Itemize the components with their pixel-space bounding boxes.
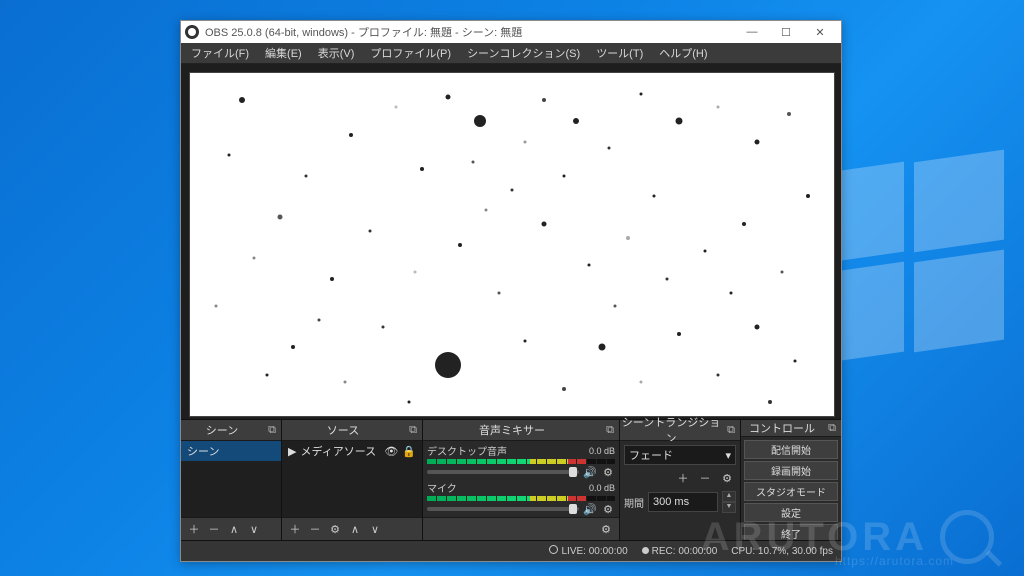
menu-profile[interactable]: プロファイル(P): [364, 43, 457, 63]
remove-transition-button[interactable]: －: [696, 469, 714, 487]
sources-list[interactable]: ▶ メディアソース 👁 🔒: [282, 441, 422, 517]
source-up-button[interactable]: ∧: [346, 520, 364, 538]
preview-area: [181, 64, 841, 419]
maximize-button[interactable]: ☐: [769, 21, 803, 43]
mixer-channel: デスクトップ音声0.0 dB 🔊 ⚙: [427, 443, 615, 479]
menu-help[interactable]: ヘルプ(H): [653, 43, 713, 63]
source-properties-button[interactable]: ⚙: [326, 520, 344, 538]
start-stream-button[interactable]: 配信開始: [744, 440, 838, 459]
channel-db: 0.0 dB: [589, 483, 615, 493]
scenes-title: シーン: [181, 422, 263, 438]
add-scene-button[interactable]: ＋: [185, 520, 203, 538]
channel-name: デスクトップ音声: [427, 443, 589, 458]
controls-title: コントロール: [741, 420, 823, 436]
popout-icon[interactable]: ⧉: [404, 424, 422, 437]
watermark: ARUTORA https://arutora.com: [701, 510, 994, 564]
menu-tools[interactable]: ツール(T): [590, 43, 649, 63]
lock-icon[interactable]: 🔒: [402, 445, 416, 458]
mixer-channel: マイク0.0 dB 🔊 ⚙: [427, 480, 615, 516]
speaker-icon[interactable]: 🔊: [583, 465, 597, 479]
mixer-settings-button[interactable]: ⚙: [597, 520, 615, 538]
menu-view[interactable]: 表示(V): [312, 43, 361, 63]
eye-icon[interactable]: 👁: [384, 445, 398, 458]
vu-meter: [427, 496, 615, 501]
gear-icon[interactable]: ⚙: [601, 465, 615, 479]
vu-meter: [427, 459, 615, 464]
start-record-button[interactable]: 録画開始: [744, 461, 838, 480]
duration-label: 期間: [624, 495, 644, 510]
scene-down-button[interactable]: ∨: [245, 520, 263, 538]
window-title: OBS 25.0.8 (64-bit, windows) - プロファイル: 無…: [205, 24, 522, 40]
popout-icon[interactable]: ⧉: [263, 424, 281, 437]
preview-canvas[interactable]: [189, 72, 835, 417]
add-source-button[interactable]: ＋: [286, 520, 304, 538]
scenes-panel: シーン⧉ シーン ＋ － ∧ ∨: [181, 420, 282, 540]
transition-select[interactable]: フェード▾: [624, 445, 736, 465]
channel-db: 0.0 dB: [589, 446, 615, 456]
popout-icon[interactable]: ⧉: [722, 424, 740, 437]
source-name: メディアソース: [300, 443, 384, 459]
add-transition-button[interactable]: ＋: [674, 469, 692, 487]
play-icon: ▶: [288, 445, 296, 458]
sources-panel: ソース⧉ ▶ メディアソース 👁 🔒 ＋ － ⚙ ∧ ∨: [282, 420, 423, 540]
source-item[interactable]: ▶ メディアソース 👁 🔒: [282, 441, 422, 461]
close-button[interactable]: ✕: [803, 21, 837, 43]
remove-source-button[interactable]: －: [306, 520, 324, 538]
live-status: LIVE: 00:00:00: [549, 545, 627, 557]
remove-scene-button[interactable]: －: [205, 520, 223, 538]
menu-scene-collection[interactable]: シーンコレクション(S): [461, 43, 586, 63]
menu-file[interactable]: ファイル(F): [185, 43, 255, 63]
minimize-button[interactable]: —: [735, 21, 769, 43]
mixer-title: 音声ミキサー: [423, 422, 601, 438]
volume-slider[interactable]: [427, 507, 579, 511]
audio-mixer-panel: 音声ミキサー⧉ デスクトップ音声0.0 dB🔊⚙マイク0.0 dB🔊⚙メディアソ…: [423, 420, 620, 540]
transition-properties-button[interactable]: ⚙: [718, 469, 736, 487]
windows-logo: [814, 156, 1014, 356]
menubar: ファイル(F) 編集(E) 表示(V) プロファイル(P) シーンコレクション(…: [181, 43, 841, 64]
scenes-list[interactable]: シーン: [181, 441, 281, 517]
popout-icon[interactable]: ⧉: [823, 422, 841, 435]
gear-icon[interactable]: ⚙: [601, 502, 615, 516]
titlebar[interactable]: OBS 25.0.8 (64-bit, windows) - プロファイル: 無…: [181, 21, 841, 43]
scene-item[interactable]: シーン: [181, 441, 281, 461]
duration-input[interactable]: 300 ms: [648, 492, 718, 512]
speaker-icon[interactable]: 🔊: [583, 502, 597, 516]
sources-title: ソース: [282, 422, 404, 438]
popout-icon[interactable]: ⧉: [601, 424, 619, 437]
channel-name: マイク: [427, 480, 589, 495]
obs-window: OBS 25.0.8 (64-bit, windows) - プロファイル: 無…: [180, 20, 842, 562]
volume-slider[interactable]: [427, 470, 579, 474]
obs-logo-icon: [185, 25, 199, 39]
studio-mode-button[interactable]: スタジオモード: [744, 482, 838, 501]
source-down-button[interactable]: ∨: [366, 520, 384, 538]
menu-edit[interactable]: 編集(E): [259, 43, 308, 63]
spin-up-button[interactable]: ▲: [722, 491, 736, 502]
chevron-down-icon: ▾: [725, 449, 731, 462]
scene-up-button[interactable]: ∧: [225, 520, 243, 538]
